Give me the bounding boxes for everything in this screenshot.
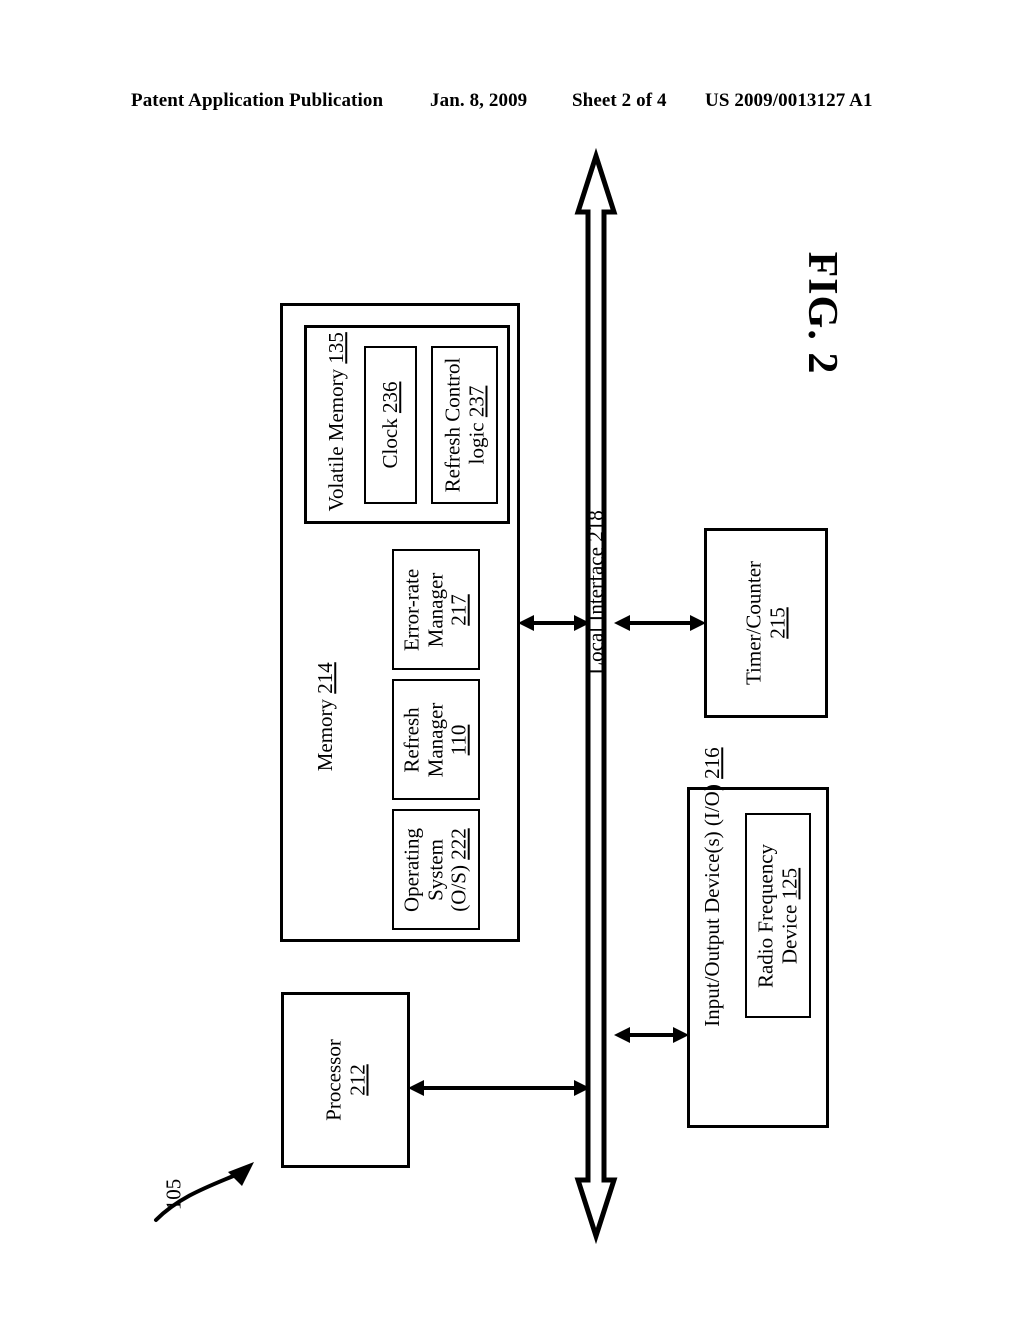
volatile-memory-label: Volatile Memory 135 (324, 332, 349, 512)
page-header: Patent Application Publication Jan. 8, 2… (0, 86, 1024, 116)
header-patent-number: US 2009/0013127 A1 (705, 90, 873, 111)
error-rate-manager-block: Error-rate Manager 217 (392, 549, 480, 670)
connector-processor-to-bus (408, 1071, 590, 1105)
operating-system-label: Operating System (O/S) 222 (399, 827, 471, 912)
local-interface-label: Local Interface 218 (583, 510, 608, 675)
connector-memory-to-bus (518, 606, 590, 640)
io-devices-block: Input/Output Device(s) (I/O) 216 Radio F… (687, 747, 829, 1128)
timer-counter-block: Timer/Counter 215 (704, 528, 828, 718)
connector-bus-to-io-devices (614, 1018, 689, 1052)
patent-figure-page: Patent Application Publication Jan. 8, 2… (0, 0, 1024, 1320)
refresh-manager-label: Refresh Manager 110 (399, 702, 471, 777)
system-reference-lead: 105 (150, 1130, 300, 1270)
radio-frequency-device-block: Radio Frequency Device 125 (745, 813, 811, 1018)
processor-block: Processor 212 (281, 992, 410, 1168)
refresh-control-logic-block: Refresh Control logic 237 (431, 346, 498, 504)
header-sheet-number: Sheet 2 of 4 (572, 90, 667, 111)
header-publication-title: Patent Application Publication (131, 90, 384, 111)
figure-label: FIG. 2 (799, 251, 845, 375)
memory-block: Memory 214 Volatile Memory 135 Clock 236… (280, 303, 520, 942)
volatile-memory-block: Volatile Memory 135 Clock 236 Refresh Co… (304, 325, 510, 524)
refresh-manager-block: Refresh Manager 110 (392, 679, 480, 800)
processor-label: Processor 212 (320, 1039, 369, 1121)
operating-system-block: Operating System (O/S) 222 (392, 809, 480, 930)
clock-label: Clock 236 (377, 381, 402, 469)
connector-bus-to-timer-counter (614, 606, 706, 640)
system-reference-number: 105 (161, 1178, 186, 1211)
header-publication-date: Jan. 8, 2009 (430, 90, 528, 111)
timer-counter-label: Timer/Counter 215 (741, 560, 789, 686)
error-rate-manager-label: Error-rate Manager 217 (399, 568, 471, 651)
memory-block-label: Memory 214 (313, 662, 338, 772)
refresh-control-logic-label: Refresh Control logic 237 (439, 357, 488, 493)
clock-block: Clock 236 (364, 346, 417, 504)
io-devices-label: Input/Output Device(s) (I/O) 216 (700, 747, 725, 1027)
radio-frequency-device-label: Radio Frequency Device 125 (753, 843, 801, 988)
